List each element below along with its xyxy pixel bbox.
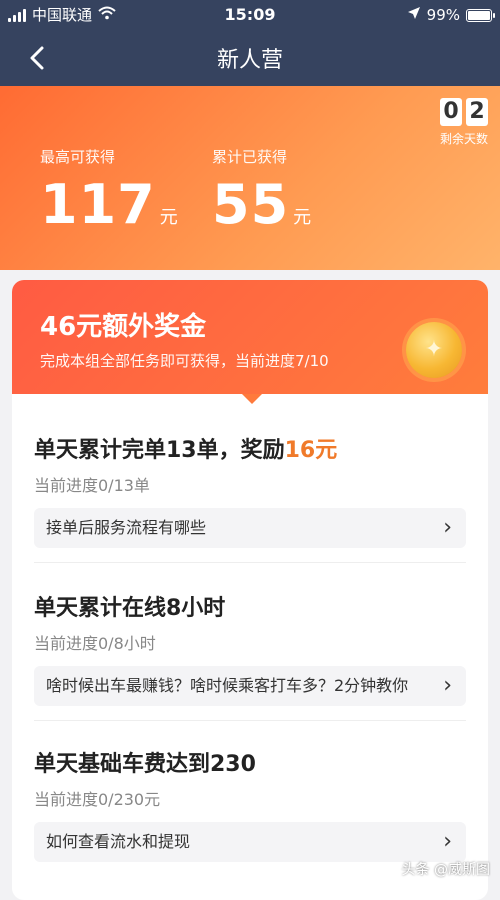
coin-icon — [406, 322, 462, 378]
banner-pointer — [242, 394, 262, 404]
page-title: 新人营 — [216, 48, 283, 73]
days-digit: 0 — [440, 98, 462, 126]
chevron-right-icon: › — [443, 829, 452, 854]
status-bar: 中国联通 15:09 99% — [0, 0, 500, 30]
reward-summary: 0 2 剩余天数 最高可获得 117 元 累计已获得 55 元 — [0, 86, 500, 270]
earned-reward-unit: 元 — [293, 207, 313, 228]
task-help-link-text: 啥时候出车最赚钱？啥时候乘客打车多？2分钟教你 — [46, 676, 409, 695]
bonus-banner: 46元额外奖金 完成本组全部任务即可获得，当前进度7/10 — [12, 280, 488, 394]
task-progress: 当前进度0/8小时 — [34, 634, 156, 653]
max-reward-label: 最高可获得 — [40, 148, 116, 166]
chevron-right-icon: › — [443, 673, 452, 698]
task-card: 46元额外奖金 完成本组全部任务即可获得，当前进度7/10 单天累计完单13单，… — [12, 280, 488, 900]
watermark: 头条 @威斯图 — [401, 862, 490, 878]
nav-bar: 新人营 — [0, 30, 500, 86]
divider — [34, 720, 466, 721]
top-bar: 中国联通 15:09 99% 新人营 — [0, 0, 500, 86]
task-title: 单天基础车费达到230 — [34, 746, 256, 778]
earned-reward-value: 55 — [212, 173, 290, 236]
task-help-link-text: 如何查看流水和提现 — [46, 832, 191, 851]
task-help-link-text: 接单后服务流程有哪些 — [46, 518, 207, 537]
task-progress: 当前进度0/13单 — [34, 476, 150, 495]
earned-reward: 累计已获得 55 元 — [212, 146, 312, 236]
task-help-link[interactable]: 如何查看流水和提现 › — [34, 822, 466, 862]
bonus-title: 46元额外奖金 — [40, 312, 207, 342]
location-arrow-icon — [407, 0, 421, 30]
task-progress: 当前进度0/230元 — [34, 790, 161, 809]
battery-icon — [466, 8, 495, 22]
task-help-link[interactable]: 接单后服务流程有哪些 › — [34, 508, 466, 548]
task-title-text: 单天基础车费达到230 — [34, 752, 256, 777]
task-title: 单天累计完单13单，奖励16元 — [34, 432, 337, 464]
max-reward: 最高可获得 117 元 — [40, 146, 179, 236]
task-title: 单天累计在线8小时 — [34, 590, 225, 622]
bonus-subtitle: 完成本组全部任务即可获得，当前进度7/10 — [40, 352, 329, 370]
earned-reward-label: 累计已获得 — [212, 148, 288, 166]
max-reward-value: 117 — [40, 173, 156, 236]
task-title-text: 单天累计完单13单，奖励 — [34, 438, 285, 463]
days-digit: 2 — [466, 98, 488, 126]
task-title-text: 单天累计在线8小时 — [34, 596, 226, 621]
remaining-days: 0 2 剩余天数 — [440, 98, 488, 147]
max-reward-unit: 元 — [159, 207, 179, 228]
chevron-right-icon: › — [443, 515, 452, 540]
task-help-link[interactable]: 啥时候出车最赚钱？啥时候乘客打车多？2分钟教你 › — [34, 666, 466, 706]
days-label: 剩余天数 — [439, 132, 488, 146]
task-reward: 16元 — [284, 438, 338, 463]
divider — [34, 562, 466, 563]
battery-percent: 99% — [426, 6, 460, 24]
